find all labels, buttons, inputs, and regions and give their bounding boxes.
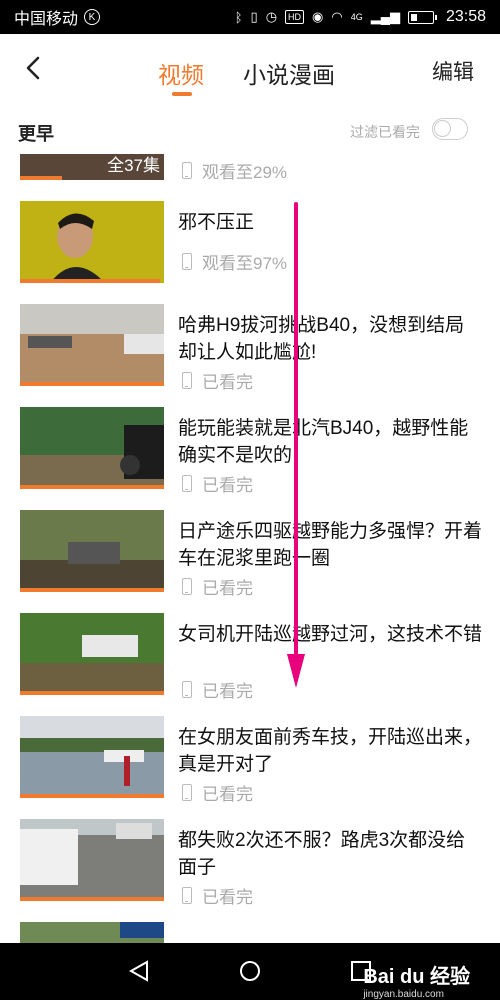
phone-icon bbox=[182, 578, 192, 595]
phone-icon bbox=[182, 784, 192, 801]
watch-status: 已看完 bbox=[182, 471, 253, 496]
watch-status: 观看至29% bbox=[182, 158, 287, 183]
signal-icon: ▂▄▆ bbox=[370, 9, 400, 24]
list-item[interactable]: 全37集 观看至29% bbox=[0, 154, 500, 202]
video-thumbnail[interactable] bbox=[20, 407, 164, 489]
list-item[interactable]: 邪不压正 观看至97% bbox=[0, 201, 500, 305]
video-thumbnail[interactable] bbox=[20, 510, 164, 592]
watch-status: 已看完 bbox=[182, 883, 253, 908]
carrier-name: 中国移动 bbox=[14, 11, 79, 28]
alarm-icon: ◷ bbox=[265, 9, 278, 24]
home-circle-icon[interactable] bbox=[239, 960, 261, 982]
phone-icon bbox=[182, 887, 192, 904]
video-title[interactable]: 哈弗H9拔河挑战B40，没想到结局却让人如此尴尬! bbox=[178, 312, 482, 366]
thumbnail-image bbox=[20, 819, 164, 901]
list-item[interactable]: 女司机开陆巡越野过河，这技术不错 已看完 bbox=[0, 613, 500, 717]
watch-status-text: 观看至29% bbox=[202, 163, 288, 182]
watch-status-text: 已看完 bbox=[202, 888, 253, 907]
phone-icon bbox=[182, 372, 192, 389]
watch-status: 已看完 bbox=[182, 677, 253, 702]
list-item[interactable]: 都失败2次还不服？路虎3次都没给面子 已看完 bbox=[0, 819, 500, 923]
thumbnail-image bbox=[20, 304, 164, 386]
active-tab-indicator bbox=[172, 92, 192, 96]
history-list[interactable]: 全37集 观看至29% 邪不压正 观看至97% 哈弗H9拔河挑战B40，没想到结… bbox=[0, 154, 500, 943]
watch-status-text: 已看完 bbox=[202, 785, 253, 804]
bluetooth-icon: ᛒ bbox=[234, 9, 243, 25]
watch-status: 已看完 bbox=[182, 780, 253, 805]
thumbnail-image bbox=[20, 922, 164, 943]
video-title[interactable]: 能玩能装就是北汽BJ40，越野性能确实不是吹的 bbox=[178, 415, 482, 469]
watch-status: 已看完 bbox=[182, 574, 253, 599]
top-navigation: 视频 小说漫画 编辑 bbox=[0, 34, 500, 104]
section-header: 更早 过滤已看完 bbox=[0, 104, 500, 154]
phone-icon bbox=[182, 253, 192, 270]
video-thumbnail[interactable]: 全37集 bbox=[20, 154, 164, 180]
watch-progress-bar bbox=[20, 382, 164, 386]
chevron-left-icon[interactable] bbox=[22, 56, 44, 80]
watch-status-text: 已看完 bbox=[202, 682, 253, 701]
watermark-brand: Bai du 经验 bbox=[363, 966, 470, 988]
carrier: 中国移动 K bbox=[14, 5, 235, 29]
wifi-icon: ◠ bbox=[331, 9, 343, 24]
watch-progress-bar bbox=[20, 794, 164, 798]
episode-count-badge: 全37集 bbox=[107, 156, 160, 175]
thumbnail-image bbox=[20, 510, 164, 592]
watch-status-text: 已看完 bbox=[202, 476, 253, 495]
video-thumbnail[interactable] bbox=[20, 201, 164, 283]
list-item[interactable]: 在女朋友面前秀车技，开陆巡出来，真是开对了 已看完 bbox=[0, 716, 500, 820]
watch-progress-bar bbox=[20, 279, 160, 283]
video-thumbnail[interactable] bbox=[20, 922, 164, 943]
edit-button[interactable]: 编辑 bbox=[432, 56, 474, 86]
watch-progress-bar bbox=[20, 897, 164, 901]
hd-icon: HD bbox=[285, 10, 305, 24]
watch-status: 观看至97% bbox=[182, 249, 287, 274]
video-title[interactable]: 在女朋友面前秀车技，开陆巡出来，真是开对了 bbox=[178, 724, 482, 778]
list-item[interactable]: 能玩能装就是北汽BJ40，越野性能确实不是吹的 已看完 bbox=[0, 407, 500, 511]
list-item[interactable] bbox=[0, 922, 500, 943]
video-title[interactable]: 女司机开陆巡越野过河，这技术不错 bbox=[178, 621, 482, 648]
video-title[interactable]: 日产途乐四驱越野能力多强悍？开着车在泥浆里跑一圈 bbox=[178, 518, 482, 572]
watch-progress-bar bbox=[20, 588, 164, 592]
tab-video[interactable]: 视频 bbox=[158, 56, 204, 90]
watch-progress-bar bbox=[20, 485, 164, 489]
section-title: 更早 bbox=[18, 124, 54, 144]
watermark: Bai du 经验 jingyan.baidu.com bbox=[363, 960, 470, 1000]
watch-status-text: 已看完 bbox=[202, 579, 253, 598]
video-title[interactable]: 都失败2次还不服？路虎3次都没给面子 bbox=[178, 827, 482, 881]
battery-icon bbox=[407, 10, 437, 24]
filter-label: 过滤已看完 bbox=[350, 124, 420, 140]
watch-progress-bar bbox=[20, 176, 62, 180]
carrier-badge-icon: K bbox=[84, 9, 101, 25]
phone-icon bbox=[182, 681, 192, 698]
network-type: 4G bbox=[350, 12, 363, 22]
status-bar: 中国移动 K ᛒ ▯ ◷ HD ◉ ◠ 4G ▂▄▆ 23:58 bbox=[0, 0, 500, 34]
watch-status-text: 已看完 bbox=[202, 373, 253, 392]
watch-progress-bar bbox=[20, 691, 164, 695]
video-thumbnail[interactable] bbox=[20, 304, 164, 386]
watermark-url: jingyan.baidu.com bbox=[363, 989, 444, 1000]
video-thumbnail[interactable] bbox=[20, 613, 164, 695]
clock: 23:58 bbox=[445, 8, 486, 25]
vibrate-icon: ▯ bbox=[250, 9, 258, 24]
phone-icon bbox=[182, 162, 192, 179]
video-thumbnail[interactable] bbox=[20, 716, 164, 798]
video-title[interactable]: 邪不压正 bbox=[178, 209, 482, 236]
watch-status-text: 观看至97% bbox=[202, 254, 288, 273]
video-thumbnail[interactable] bbox=[20, 819, 164, 901]
filter-watched-toggle[interactable] bbox=[432, 118, 468, 140]
phone-icon bbox=[182, 475, 192, 492]
watch-status: 已看完 bbox=[182, 368, 253, 393]
tab-novel-comic[interactable]: 小说漫画 bbox=[243, 56, 335, 90]
list-item[interactable]: 哈弗H9拔河挑战B40，没想到结局却让人如此尴尬! 已看完 bbox=[0, 304, 500, 408]
back-triangle-icon[interactable] bbox=[128, 960, 150, 982]
thumbnail-image bbox=[20, 613, 164, 695]
eye-icon: ◉ bbox=[312, 9, 324, 24]
thumbnail-image bbox=[20, 716, 164, 798]
thumbnail-image bbox=[20, 407, 164, 489]
toggle-knob bbox=[434, 120, 451, 137]
status-icons: ᛒ ▯ ◷ HD ◉ ◠ 4G ▂▄▆ 23:58 bbox=[235, 8, 486, 26]
list-item[interactable]: 日产途乐四驱越野能力多强悍？开着车在泥浆里跑一圈 已看完 bbox=[0, 510, 500, 614]
thumbnail-image bbox=[20, 201, 164, 283]
